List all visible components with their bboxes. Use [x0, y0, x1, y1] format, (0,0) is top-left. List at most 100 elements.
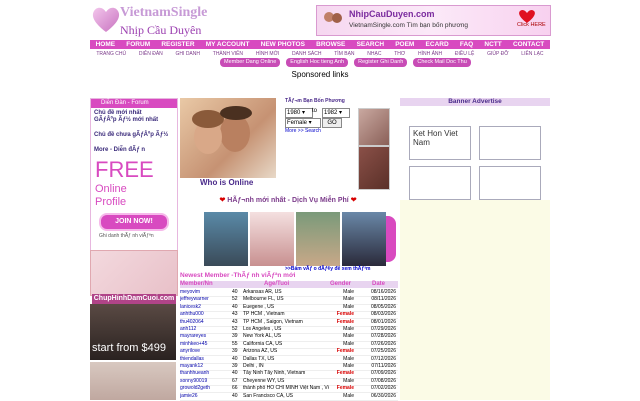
subnav-item[interactable]: THƠ	[394, 51, 405, 57]
nav-item[interactable]: FORUM	[126, 41, 150, 48]
member-photo[interactable]	[358, 146, 390, 190]
nav-item[interactable]: CONTACT	[513, 41, 544, 48]
subnav-item[interactable]: DANH SÁCH	[292, 51, 321, 57]
join-now-button[interactable]: JOIN NOW!	[99, 213, 169, 231]
nav-item[interactable]: BROWSE	[316, 41, 345, 48]
member-name[interactable]: anhthu000	[180, 311, 230, 318]
subnav-item[interactable]: GHI DANH	[176, 51, 200, 57]
quick-link-pill[interactable]: Member Dang Online	[220, 58, 281, 67]
forum-item[interactable]: GÃƒÂºp Ãƒ½ mới nhất	[94, 117, 174, 123]
subnav-item[interactable]: GIÚP ĐỠ	[487, 51, 508, 57]
member-age: 52	[232, 296, 238, 303]
from-year-select[interactable]: 1980 ▾	[285, 108, 313, 118]
sub-nav: TRANG CHỦ DIỄN ĐÀN GHI DANH THÀNH VIÊN HÌNH …	[90, 50, 550, 58]
wedding-photo[interactable]	[90, 250, 178, 296]
member-gender: Female	[336, 370, 354, 377]
subnav-item[interactable]: NHẠC	[367, 51, 381, 57]
quick-link-pill[interactable]: Check Mail Doc Thu	[413, 58, 471, 67]
member-name[interactable]: meyovim	[180, 289, 230, 296]
member-location: Dallas TX, US	[243, 355, 275, 362]
ad-box[interactable]	[479, 166, 541, 200]
member-location: Tây Ninh Tây Ninh, Vietnam	[243, 370, 306, 377]
member-age: 40	[232, 370, 238, 377]
to-year-select[interactable]: 1982 ▾	[322, 108, 350, 118]
forum-header-label: Diễn Đàn - Forum	[101, 100, 149, 106]
free-text: FREE	[95, 157, 154, 182]
subnav-item[interactable]: THÀNH VIÊN	[213, 51, 243, 57]
quick-link-pill[interactable]: English Hoc tieng Anh	[286, 58, 349, 67]
subnav-item[interactable]: TÌM BẠN	[334, 51, 354, 57]
member-date: 08/05/2026	[370, 303, 396, 310]
member-date: 08/16/2026	[370, 289, 396, 295]
nav-item[interactable]: POEM	[395, 41, 414, 48]
ad-box[interactable]	[479, 126, 541, 160]
nav-item[interactable]: REGISTER	[161, 41, 194, 48]
member-date: 07/09/2026	[370, 370, 396, 377]
member-age: 40	[232, 355, 238, 362]
more-search-link[interactable]: More >> Search	[285, 128, 321, 134]
member-age: 43	[232, 318, 238, 325]
who-is-online-link[interactable]: Who is Online	[200, 178, 253, 187]
member-gender: Male	[343, 392, 354, 399]
newest-member-title: Newest Member -ThÃƒ nh viÃƒªn mới	[180, 272, 296, 279]
forum-item[interactable]: Chủ đề chưa gÃƒÂºp Ãƒ½	[94, 132, 174, 138]
member-date: 07/25/2026	[370, 348, 396, 355]
member-thumb[interactable]	[250, 212, 294, 266]
nav-item[interactable]: MY ACCOUNT	[206, 41, 250, 48]
scroll-arrow[interactable]	[386, 216, 396, 262]
member-name[interactable]: thanhhueanh	[180, 370, 230, 377]
col-date: Date	[372, 281, 386, 287]
forum-item[interactable]: Chủ đề mới nhất	[94, 110, 174, 116]
member-age: 40	[232, 289, 238, 295]
gender-select[interactable]: Female ▾	[285, 118, 321, 128]
main-nav: HOME FORUM REGISTER MY ACCOUNT NEW PHOTOS BRO…	[90, 40, 550, 49]
member-age: 39	[232, 333, 238, 340]
member-name[interactable]: growold2geth	[180, 385, 230, 392]
member-thumb[interactable]	[296, 212, 340, 266]
forum-item[interactable]: More - Diễn đÃƒ n	[94, 147, 174, 153]
member-name[interactable]: thu402064	[180, 319, 230, 326]
member-thumb[interactable]	[204, 212, 248, 266]
nav-item[interactable]: ECARD	[426, 41, 449, 48]
subnav-item[interactable]: TRANG CHỦ	[96, 51, 126, 57]
go-button[interactable]: GO	[322, 118, 342, 128]
nav-item[interactable]: NEW PHOTOS	[261, 41, 305, 48]
subnav-item[interactable]: DIỄN ĐÀN	[139, 51, 163, 57]
subnav-item[interactable]: HÌNH MỚI	[256, 51, 279, 57]
ket-hon-ad[interactable]: Ket Hon Viet Nam	[409, 126, 471, 160]
see-all-link[interactable]: >>Bấm vÃƒ o đÃƒ¢y để xem thÃƒªm	[285, 266, 371, 272]
member-photo[interactable]	[358, 108, 390, 146]
top-banner-ad[interactable]: NhipCauDuyen.com VietnamSingle.com Tìm b…	[316, 5, 551, 36]
wedding-ad-text[interactable]: ChupHinhDamCuoi.com	[92, 294, 176, 304]
member-thumb[interactable]	[342, 212, 386, 266]
member-name[interactable]: anh112	[180, 326, 230, 333]
member-name[interactable]: thiendallas	[180, 356, 230, 363]
ad-box[interactable]	[409, 166, 471, 200]
member-name[interactable]: jamie26	[180, 393, 230, 400]
member-name[interactable]: sonny90019	[180, 378, 230, 385]
subnav-item[interactable]: ĐIỀU LỆ	[455, 51, 474, 57]
member-date: 07/29/2026	[370, 326, 396, 332]
quick-links: Member Dang Online English Hoc tieng Anh R…	[220, 58, 550, 67]
subnav-item[interactable]: LIÊN LẠC	[521, 51, 543, 57]
site-logo[interactable]: VietnamSingle Nhịp Cầu Duyên	[90, 2, 240, 38]
member-name[interactable]: minhkeo+45	[180, 341, 230, 348]
member-name[interactable]: anyrilove	[180, 348, 230, 355]
member-date: 07/08/2026	[370, 377, 396, 384]
member-gender: Male	[343, 340, 354, 347]
bride-photo-2[interactable]	[90, 362, 176, 400]
nav-item[interactable]: FAQ	[460, 41, 473, 48]
join-subtext[interactable]: Ghi danh thÃƒ nh viÃƒªn	[99, 233, 154, 239]
member-name[interactable]: mayank12	[180, 363, 230, 370]
member-location: Melbourne FL, US	[243, 296, 284, 303]
member-name[interactable]: mayrareyes	[180, 333, 230, 340]
search-title: TÃƒ¬m Bạn Bốn Phương	[285, 98, 345, 104]
member-name[interactable]: jeffreywarner	[180, 296, 230, 303]
member-name[interactable]: lanicesk2	[180, 304, 230, 311]
subnav-item[interactable]: HÌNH ẢNH	[418, 51, 442, 57]
nav-item[interactable]: SEARCH	[357, 41, 384, 48]
nav-item[interactable]: NCTT	[484, 41, 501, 48]
member-date: 08/11/2026	[371, 296, 396, 303]
quick-link-pill[interactable]: Register Ghi Danh	[354, 58, 408, 67]
nav-item[interactable]: HOME	[96, 41, 116, 48]
